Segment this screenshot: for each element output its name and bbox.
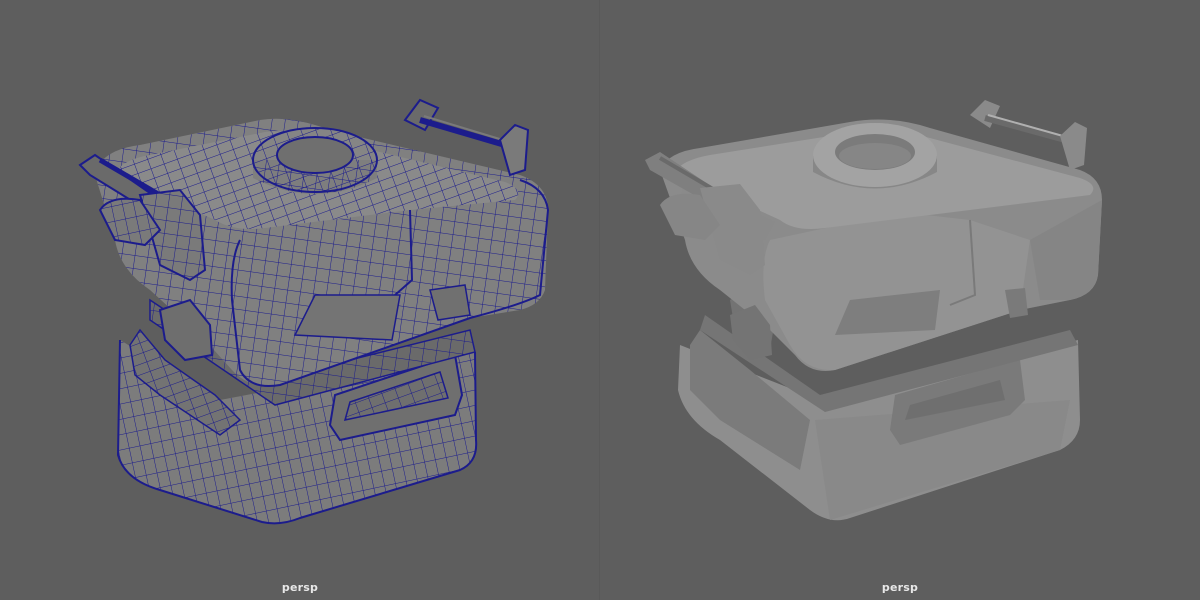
wireframe-model-render <box>78 98 550 525</box>
shaded-model-render <box>645 100 1102 521</box>
camera-name-label: persp <box>281 581 319 594</box>
crate-mesh <box>78 98 550 525</box>
viewport-layout: persp persp <box>0 0 1200 600</box>
persp-viewport-shaded[interactable]: persp <box>600 0 1200 600</box>
persp-viewport-wireframe[interactable]: persp <box>0 0 600 600</box>
crate-mesh <box>645 100 1102 521</box>
camera-name-label: persp <box>881 581 919 594</box>
